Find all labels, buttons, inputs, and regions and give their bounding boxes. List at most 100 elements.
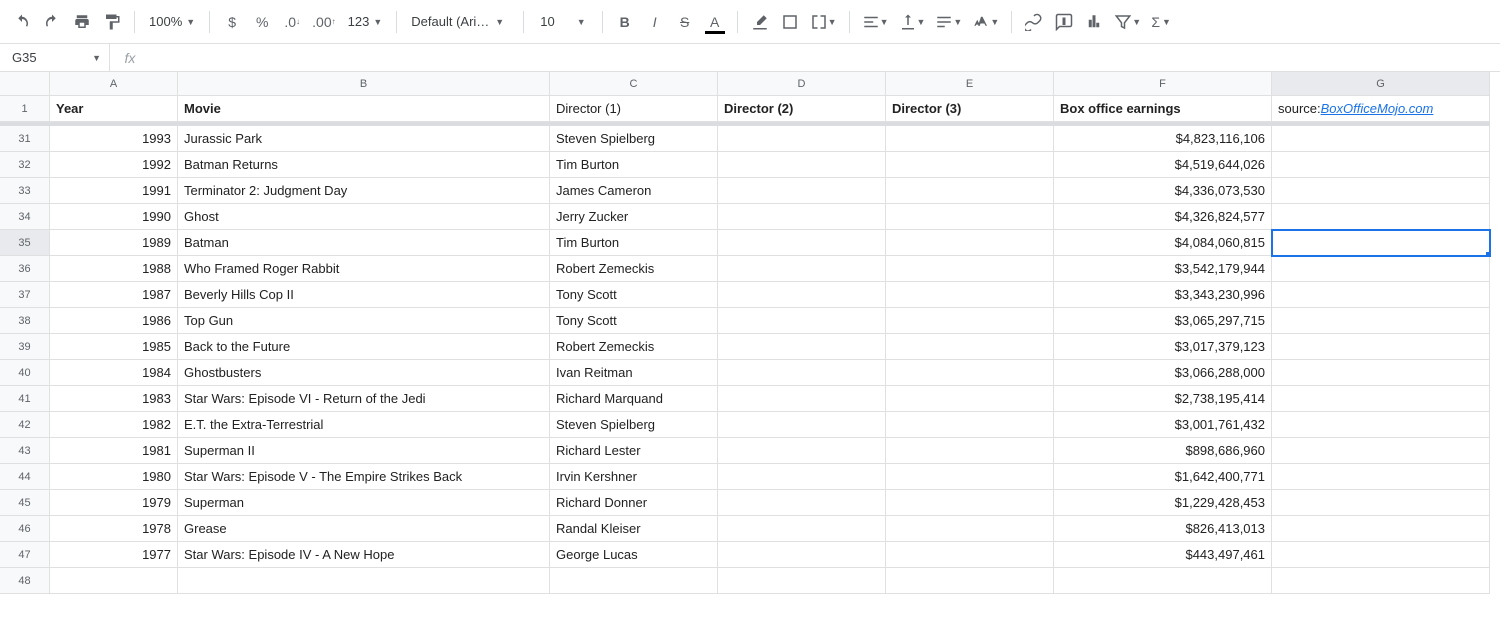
cell-F43[interactable]: $898,686,960 (1054, 438, 1272, 464)
cell-E42[interactable] (886, 412, 1054, 438)
cell-C43[interactable]: Richard Lester (550, 438, 718, 464)
row-header-48[interactable]: 48 (0, 568, 50, 594)
undo-button[interactable] (8, 8, 36, 36)
cell-F42[interactable]: $3,001,761,432 (1054, 412, 1272, 438)
cell-B40[interactable]: Ghostbusters (178, 360, 550, 386)
cell-F36[interactable]: $3,542,179,944 (1054, 256, 1272, 282)
cell-E33[interactable] (886, 178, 1054, 204)
cell-F48[interactable] (1054, 568, 1272, 594)
cell-A39[interactable]: 1985 (50, 334, 178, 360)
cell-G33[interactable] (1272, 178, 1490, 204)
cell-D32[interactable] (718, 152, 886, 178)
paint-format-button[interactable] (98, 8, 126, 36)
cell-C42[interactable]: Steven Spielberg (550, 412, 718, 438)
cell-A47[interactable]: 1977 (50, 542, 178, 568)
cell-C45[interactable]: Richard Donner (550, 490, 718, 516)
cell-F37[interactable]: $3,343,230,996 (1054, 282, 1272, 308)
header-cell-D[interactable]: Director (2) (718, 96, 886, 122)
cell-C41[interactable]: Richard Marquand (550, 386, 718, 412)
row-header-31[interactable]: 31 (0, 126, 50, 152)
functions-button[interactable]: Σ▼ (1147, 8, 1175, 36)
cell-D42[interactable] (718, 412, 886, 438)
cell-C31[interactable]: Steven Spielberg (550, 126, 718, 152)
cell-G32[interactable] (1272, 152, 1490, 178)
cell-E37[interactable] (886, 282, 1054, 308)
cell-E32[interactable] (886, 152, 1054, 178)
cell-B45[interactable]: Superman (178, 490, 550, 516)
cell-F45[interactable]: $1,229,428,453 (1054, 490, 1272, 516)
cell-E44[interactable] (886, 464, 1054, 490)
cell-G42[interactable] (1272, 412, 1490, 438)
name-box[interactable]: G35 ▼ (0, 44, 110, 71)
text-rotation-button[interactable]: ▼ (968, 8, 1003, 36)
cell-D36[interactable] (718, 256, 886, 282)
filter-button[interactable]: ▼ (1110, 8, 1145, 36)
cell-B39[interactable]: Back to the Future (178, 334, 550, 360)
cell-B41[interactable]: Star Wars: Episode VI - Return of the Je… (178, 386, 550, 412)
cell-G31[interactable] (1272, 126, 1490, 152)
cell-F31[interactable]: $4,823,116,106 (1054, 126, 1272, 152)
text-color-button[interactable]: A (701, 8, 729, 36)
header-cell-F[interactable]: Box office earnings (1054, 96, 1272, 122)
cell-C39[interactable]: Robert Zemeckis (550, 334, 718, 360)
cell-B32[interactable]: Batman Returns (178, 152, 550, 178)
print-button[interactable] (68, 8, 96, 36)
text-wrap-button[interactable]: ▼ (931, 8, 966, 36)
header-cell-B[interactable]: Movie (178, 96, 550, 122)
more-formats-dropdown[interactable]: 123▼ (342, 14, 389, 29)
cell-D47[interactable] (718, 542, 886, 568)
cell-B38[interactable]: Top Gun (178, 308, 550, 334)
cell-D31[interactable] (718, 126, 886, 152)
cell-C34[interactable]: Jerry Zucker (550, 204, 718, 230)
cell-A40[interactable]: 1984 (50, 360, 178, 386)
cell-E35[interactable] (886, 230, 1054, 256)
row-header-42[interactable]: 42 (0, 412, 50, 438)
cell-B44[interactable]: Star Wars: Episode V - The Empire Strike… (178, 464, 550, 490)
cell-F35[interactable]: $4,084,060,815 (1054, 230, 1272, 256)
col-header-F[interactable]: F (1054, 72, 1272, 96)
row-header-37[interactable]: 37 (0, 282, 50, 308)
cell-C37[interactable]: Tony Scott (550, 282, 718, 308)
cell-C40[interactable]: Ivan Reitman (550, 360, 718, 386)
cell-G35[interactable] (1272, 230, 1490, 256)
cell-F40[interactable]: $3,066,288,000 (1054, 360, 1272, 386)
cell-A32[interactable]: 1992 (50, 152, 178, 178)
row-header-38[interactable]: 38 (0, 308, 50, 334)
header-cell-A[interactable]: Year (50, 96, 178, 122)
redo-button[interactable] (38, 8, 66, 36)
col-header-A[interactable]: A (50, 72, 178, 96)
row-header-33[interactable]: 33 (0, 178, 50, 204)
cell-B42[interactable]: E.T. the Extra-Terrestrial (178, 412, 550, 438)
cell-F44[interactable]: $1,642,400,771 (1054, 464, 1272, 490)
cell-G48[interactable] (1272, 568, 1490, 594)
cell-E47[interactable] (886, 542, 1054, 568)
row-header-45[interactable]: 45 (0, 490, 50, 516)
cell-C32[interactable]: Tim Burton (550, 152, 718, 178)
cell-G41[interactable] (1272, 386, 1490, 412)
cell-D41[interactable] (718, 386, 886, 412)
horizontal-align-button[interactable]: ▼ (858, 8, 893, 36)
cell-G40[interactable] (1272, 360, 1490, 386)
cell-G47[interactable] (1272, 542, 1490, 568)
cell-G46[interactable] (1272, 516, 1490, 542)
bold-button[interactable]: B (611, 8, 639, 36)
borders-button[interactable] (776, 8, 804, 36)
cell-F46[interactable]: $826,413,013 (1054, 516, 1272, 542)
cell-B33[interactable]: Terminator 2: Judgment Day (178, 178, 550, 204)
cell-F47[interactable]: $443,497,461 (1054, 542, 1272, 568)
cell-D46[interactable] (718, 516, 886, 542)
merge-cells-button[interactable]: ▼ (806, 8, 841, 36)
cell-E36[interactable] (886, 256, 1054, 282)
row-header-47[interactable]: 47 (0, 542, 50, 568)
italic-button[interactable]: I (641, 8, 669, 36)
select-all-corner[interactable] (0, 72, 50, 96)
formula-input[interactable] (150, 44, 1500, 71)
cell-A35[interactable]: 1989 (50, 230, 178, 256)
cell-C44[interactable]: Irvin Kershner (550, 464, 718, 490)
col-header-G[interactable]: G (1272, 72, 1490, 96)
cell-F33[interactable]: $4,336,073,530 (1054, 178, 1272, 204)
cell-C47[interactable]: George Lucas (550, 542, 718, 568)
cell-E48[interactable] (886, 568, 1054, 594)
cell-G37[interactable] (1272, 282, 1490, 308)
cell-G36[interactable] (1272, 256, 1490, 282)
